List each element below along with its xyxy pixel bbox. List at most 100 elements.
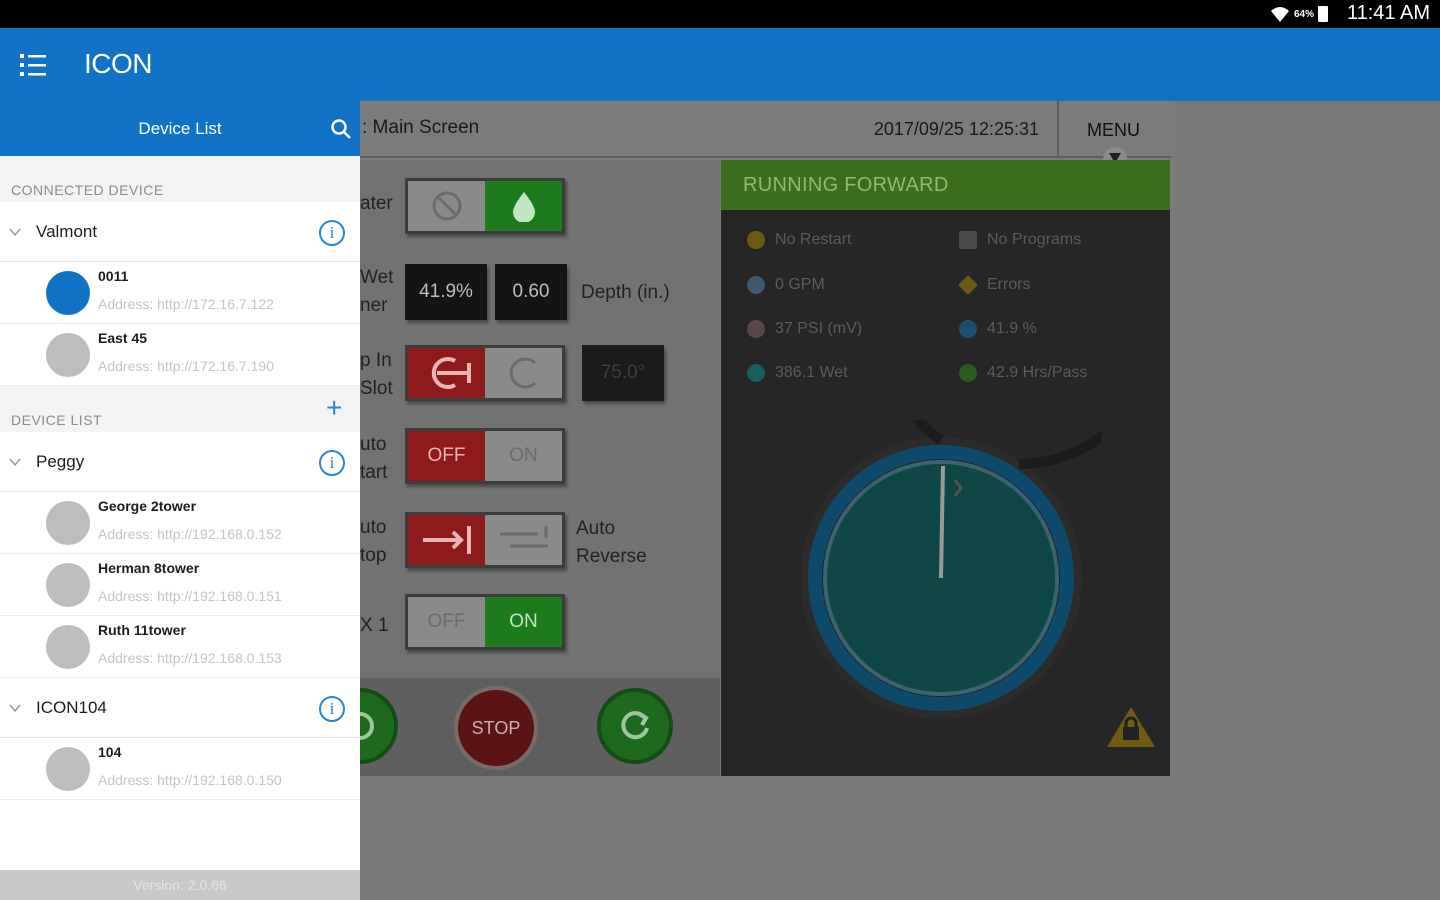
status-time: 11:41 AM [1346, 2, 1430, 24]
chevron-down-icon[interactable] [9, 456, 21, 468]
calendar-icon [959, 231, 977, 249]
hrs-pass-stat: 42.9 Hrs/Pass [959, 364, 1087, 382]
device-status-dot [46, 563, 90, 607]
device-status-dot [46, 625, 90, 669]
x1-label: X 1 [360, 615, 389, 636]
device-item[interactable]: George 2tower Address: http://192.168.0.… [0, 492, 360, 554]
device-name: East 45 [98, 330, 148, 346]
device-item[interactable]: East 45 Address: http://172.16.7.190 [0, 324, 360, 386]
warning-diamond-icon [958, 275, 978, 295]
clock-icon [959, 364, 977, 382]
restart-icon [747, 231, 765, 249]
drawer-title: Device List [138, 119, 222, 138]
gpm-text: 0 GPM [775, 276, 825, 293]
action-bar: STOP [322, 678, 720, 776]
auto-stop-label-2: top [360, 545, 387, 566]
menu-label: MENU [1087, 120, 1140, 140]
info-icon[interactable]: i [319, 450, 345, 476]
device-address: Address: http://172.16.7.122 [98, 296, 274, 312]
wet-label-2: ner [360, 295, 388, 316]
percent-value[interactable]: 41.9% [405, 264, 487, 320]
no-water-icon [408, 181, 485, 231]
status-banner: RUNNING FORWARD [721, 160, 1170, 210]
auto-start-on[interactable]: ON [485, 431, 562, 481]
battery-percent: 64% [1293, 8, 1314, 20]
hrs-pass-text: 42.9 Hrs/Pass [987, 364, 1088, 381]
percent-text: 41.9 % [987, 320, 1037, 337]
group-icon104[interactable]: ICON104 i [0, 678, 360, 738]
percent-stat: 41.9 % [959, 320, 1037, 338]
x1-on[interactable]: ON [485, 597, 562, 647]
errors-stat: Errors [958, 275, 1031, 295]
group-valmont[interactable]: Valmont i [0, 202, 360, 262]
info-icon[interactable]: i [319, 696, 345, 722]
lock-warning-icon[interactable] [1105, 705, 1157, 749]
status-bar: 64% 11:41 AM [0, 0, 1440, 28]
continuous-icon [485, 348, 562, 398]
group-name: Peggy [36, 452, 85, 471]
device-list-header: DEVICE LIST [11, 412, 103, 428]
percent-icon [959, 320, 977, 338]
connected-device-header: CONNECTED DEVICE [11, 182, 164, 198]
depth-value[interactable]: 0.60 [495, 264, 567, 320]
device-name: Ruth 11tower [98, 622, 186, 638]
chevron-down-icon[interactable] [9, 702, 21, 714]
x1-switch[interactable]: OFF ON [405, 594, 565, 650]
device-status-dot [46, 501, 90, 545]
auto-start-off[interactable]: OFF [408, 431, 485, 481]
stop-button[interactable]: STOP [454, 686, 538, 770]
gpm-stat: 0 GPM [747, 276, 825, 294]
connected-device-section: CONNECTED DEVICE [0, 156, 360, 202]
slot-label-1: p In [360, 350, 392, 371]
water-switch[interactable] [405, 178, 565, 234]
angle-value[interactable]: 75.0° [582, 345, 664, 401]
auto-start-switch[interactable]: OFF ON [405, 428, 565, 484]
add-device-icon[interactable]: + [326, 394, 342, 422]
device-item[interactable]: Ruth 11tower Address: http://192.168.0.1… [0, 616, 360, 678]
depth-label: Depth (in.) [581, 282, 670, 303]
start-reverse-button[interactable] [597, 688, 673, 764]
pressure-gauge-icon [747, 320, 765, 338]
wet-text: 386.1 Wet [775, 364, 848, 381]
auto-reverse-label-1: Auto [576, 518, 616, 539]
device-name: George 2tower [98, 498, 197, 514]
device-name: 0011 [98, 268, 129, 284]
menu-list-icon[interactable] [20, 52, 46, 78]
main-header: : Main Screen 2017/09/25 12:25:31 [360, 101, 1057, 158]
group-peggy[interactable]: Peggy i [0, 432, 360, 492]
app-version: Version: 2.0.66 [0, 870, 360, 900]
stop-in-slot-icon [408, 348, 485, 398]
menu-button[interactable]: MENU [1057, 101, 1171, 171]
device-address: Address: http://172.16.7.190 [98, 358, 274, 374]
water-label: ater [360, 193, 393, 214]
errors-text: Errors [987, 276, 1031, 293]
battery-icon [1318, 6, 1328, 22]
auto-start-label-2: tart [360, 462, 388, 483]
device-item[interactable]: 0011 Address: http://172.16.7.122 [0, 262, 360, 324]
pivot-position-gauge[interactable] [801, 420, 1101, 720]
group-name: Valmont [36, 222, 98, 241]
device-item[interactable]: Herman 8tower Address: http://192.168.0.… [0, 554, 360, 616]
x1-off[interactable]: OFF [408, 597, 485, 647]
reverse-icon [621, 711, 649, 740]
wet-circle-icon [747, 364, 765, 382]
device-drawer: Device List CONNECTED DEVICE Valmont i 0… [0, 101, 360, 900]
device-item[interactable]: 104 Address: http://192.168.0.150 [0, 738, 360, 800]
app-title: ICON [84, 48, 153, 79]
auto-reverse-label-2: Reverse [576, 546, 647, 567]
wet-stat: 386.1 Wet [747, 364, 848, 382]
water-drop-icon [485, 181, 562, 231]
auto-reverse-icon [485, 515, 562, 565]
chevron-down-icon[interactable] [9, 226, 21, 238]
device-address: Address: http://192.168.0.151 [98, 588, 282, 604]
group-name: ICON104 [36, 698, 107, 717]
slot-switch[interactable] [405, 345, 565, 401]
search-icon[interactable] [330, 118, 352, 140]
info-icon[interactable]: i [319, 220, 345, 246]
auto-stop-label-1: uto [360, 517, 387, 538]
auto-stop-switch[interactable] [405, 512, 565, 568]
screen-title: : Main Screen [362, 117, 480, 138]
device-status-dot [46, 747, 90, 791]
auto-stop-icon [408, 515, 485, 565]
drawer-header: Device List [0, 101, 360, 156]
